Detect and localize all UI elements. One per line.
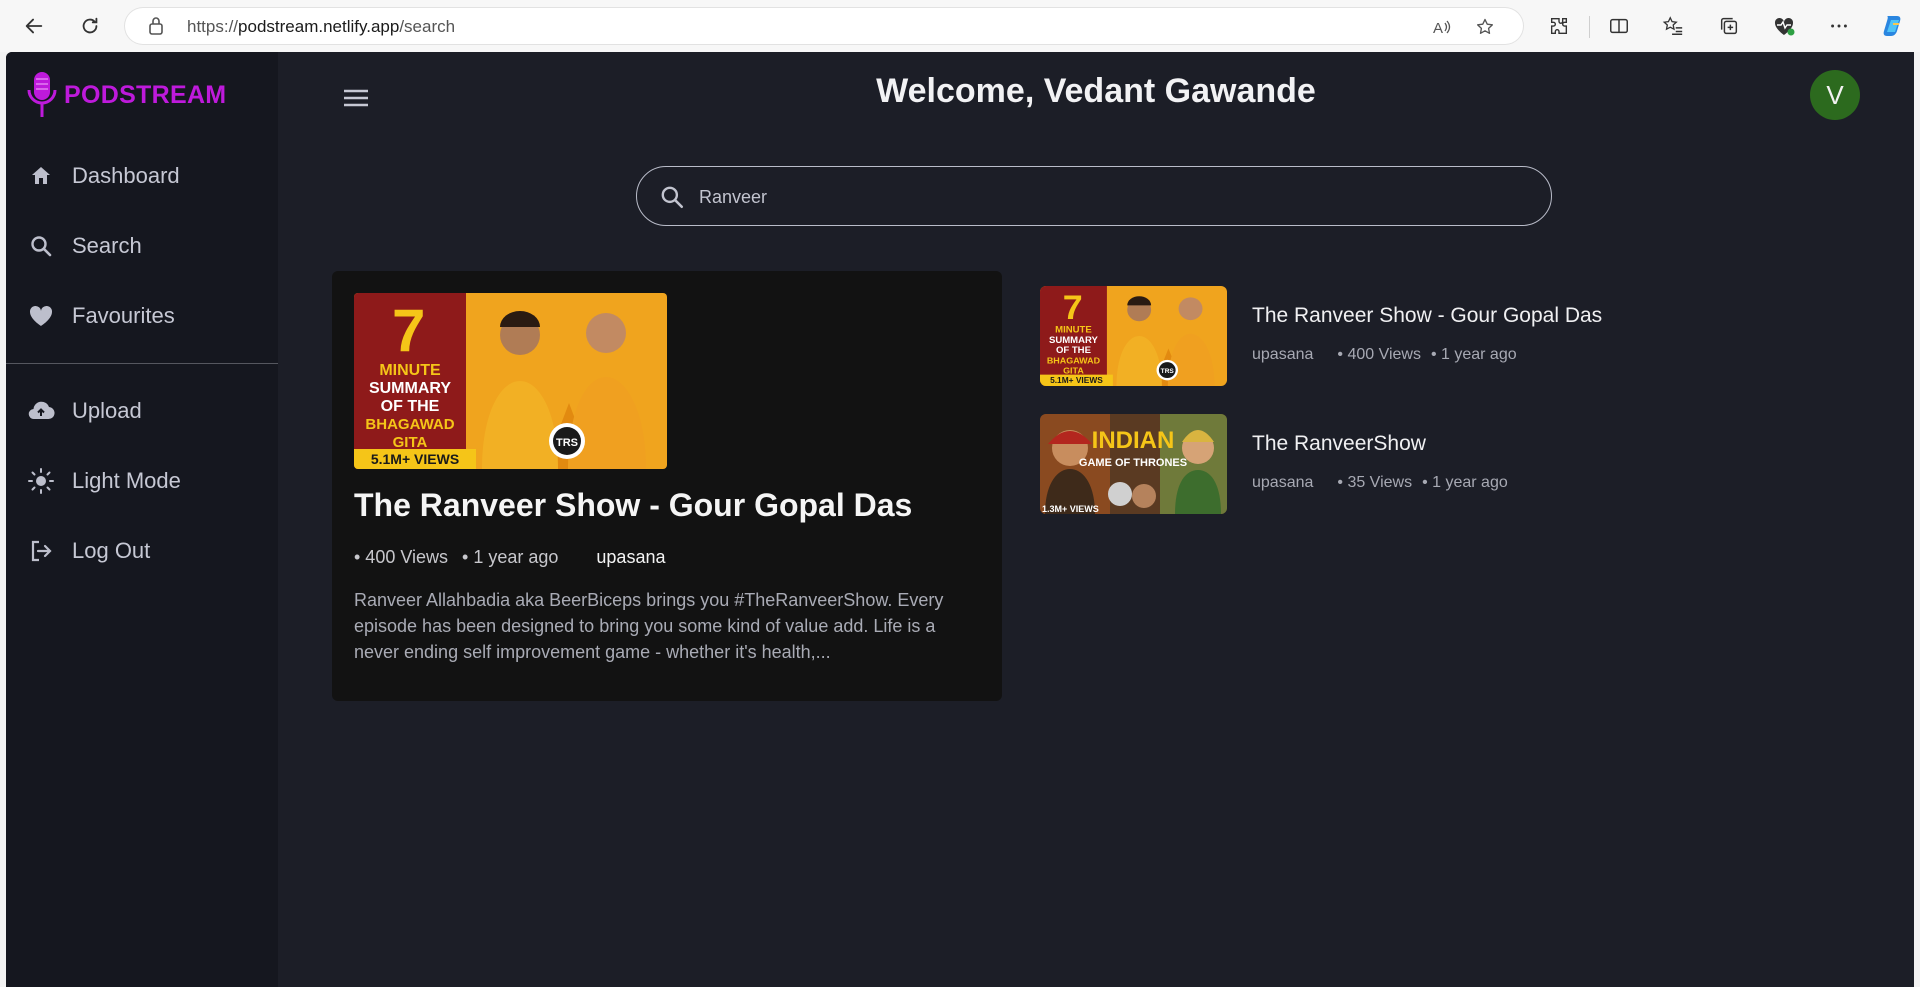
author-name[interactable]: upasana <box>1252 474 1313 491</box>
more-options-icon[interactable] <box>1819 6 1859 46</box>
svg-text:7: 7 <box>392 297 425 364</box>
svg-text:7: 7 <box>1063 289 1083 327</box>
app-window: PODSTREAM Dashboard Search Favourites Up… <box>6 52 1914 987</box>
upload-age: • 1 year ago <box>1430 346 1517 363</box>
search-bar[interactable] <box>636 166 1552 227</box>
featured-thumbnail[interactable]: 7 MINUTE SUMMARY OF THE BHAGAWAD GITA 5.… <box>354 293 667 469</box>
svg-text:MINUTE: MINUTE <box>1055 325 1092 335</box>
sidebar-divider <box>6 363 278 364</box>
svg-text:GITA: GITA <box>393 434 428 451</box>
featured-meta: • 400 Views • 1 year ago upasana <box>354 547 679 568</box>
refresh-icon <box>82 17 98 34</box>
svg-text:GAME OF THRONES: GAME OF THRONES <box>1079 457 1187 469</box>
search-icon <box>26 231 56 261</box>
svg-text:BHAGAWAD: BHAGAWAD <box>365 416 454 433</box>
result-meta: upasana • 400 Views • 1 year ago <box>1252 346 1527 364</box>
sidebar-item-label: Upload <box>72 398 142 423</box>
search-input[interactable] <box>697 167 1521 227</box>
refresh-button[interactable] <box>70 6 110 46</box>
logout-icon <box>26 536 56 566</box>
svg-text:A: A <box>1433 20 1443 37</box>
svg-text:OF THE: OF THE <box>1056 345 1091 355</box>
upload-age: • 1 year ago <box>1422 474 1508 491</box>
sidebar-item-label: Favourites <box>72 303 175 328</box>
svg-text:TRS: TRS <box>556 437 578 449</box>
featured-title[interactable]: The Ranveer Show - Gour Gopal Das <box>354 487 912 524</box>
microphone-icon <box>27 72 57 117</box>
browser-toolbar: https://podstream.netlify.app/search A <box>0 0 1920 52</box>
main-content: Welcome, Vedant Gawande V 7 MINUTE SUMMA… <box>278 52 1914 987</box>
search-icon <box>659 184 685 210</box>
svg-text:GITA: GITA <box>1063 366 1084 376</box>
author-name[interactable]: upasana <box>596 547 665 567</box>
svg-text:SUMMARY: SUMMARY <box>369 380 451 397</box>
browser-essentials-icon[interactable] <box>1764 6 1804 46</box>
sidebar-item-label: Dashboard <box>72 163 180 188</box>
collections-icon[interactable] <box>1709 6 1749 46</box>
svg-text:INDIAN: INDIAN <box>1092 427 1175 454</box>
favorite-star-icon[interactable] <box>1472 14 1498 40</box>
sidebar-item-favourites[interactable]: Favourites <box>26 296 266 336</box>
scrollbar[interactable] <box>1906 140 1914 987</box>
svg-text:SUMMARY: SUMMARY <box>1049 335 1099 345</box>
sidebar-item-label: Light Mode <box>72 468 181 493</box>
result-meta: upasana • 35 Views • 1 year ago <box>1252 474 1518 492</box>
extensions-icon[interactable] <box>1539 6 1579 46</box>
list-item[interactable]: INDIAN GAME OF THRONES 1.3M+ VIEWS The R… <box>1040 414 1740 514</box>
author-name[interactable]: upasana <box>1252 346 1313 363</box>
url-text: https://podstream.netlify.app/search <box>187 17 456 36</box>
logo[interactable]: PODSTREAM <box>26 70 226 120</box>
sidebar-item-light-mode[interactable]: Light Mode <box>26 461 266 501</box>
views-count: • 400 Views <box>1337 346 1421 363</box>
featured-description: Ranveer Allahbadia aka BeerBiceps brings… <box>354 590 944 662</box>
views-count: • 35 Views <box>1337 474 1413 491</box>
svg-text:1.3M+ VIEWS: 1.3M+ VIEWS <box>1042 504 1099 514</box>
sidebar-item-label: Search <box>72 233 142 258</box>
sidebar-item-dashboard[interactable]: Dashboard <box>26 156 266 196</box>
home-icon <box>26 161 56 191</box>
sidebar-item-label: Log Out <box>72 538 151 563</box>
copilot-icon[interactable] <box>1873 6 1913 46</box>
avatar[interactable]: V <box>1810 70 1860 120</box>
sidebar-item-search[interactable]: Search <box>26 226 266 266</box>
svg-text:MINUTE: MINUTE <box>379 362 441 379</box>
list-item[interactable]: 7 MINUTE SUMMARY OF THE BHAGAWAD GITA 5.… <box>1040 286 1740 386</box>
svg-text:TRS: TRS <box>1161 368 1175 375</box>
result-title[interactable]: The Ranveer Show - Gour Gopal Das <box>1252 304 1602 328</box>
sidebar: PODSTREAM Dashboard Search Favourites Up… <box>6 52 278 987</box>
heart-icon <box>26 301 56 331</box>
sidebar-item-log-out[interactable]: Log Out <box>26 531 266 571</box>
svg-text:BHAGAWAD: BHAGAWAD <box>1047 355 1100 365</box>
toolbar-separator <box>1589 16 1590 38</box>
svg-text:5.1M+ VIEWS: 5.1M+ VIEWS <box>371 451 459 467</box>
svg-text:OF THE: OF THE <box>381 398 440 415</box>
split-screen-icon[interactable] <box>1599 6 1639 46</box>
sun-icon <box>26 466 56 496</box>
result-thumbnail[interactable]: 7 MINUTE SUMMARY OF THE BHAGAWAD GITA 5.… <box>1040 286 1227 386</box>
page-title: Welcome, Vedant Gawande <box>876 72 1316 110</box>
back-arrow-icon <box>25 18 43 34</box>
upload-age: • 1 year ago <box>462 547 559 567</box>
lock-icon[interactable] <box>147 16 165 36</box>
back-button[interactable] <box>14 6 54 46</box>
logo-text: PODSTREAM <box>64 80 227 109</box>
result-title[interactable]: The RanveerShow <box>1252 432 1426 456</box>
favorites-list-icon[interactable] <box>1653 6 1693 46</box>
read-aloud-icon[interactable]: A <box>1429 14 1455 40</box>
address-bar[interactable]: https://podstream.netlify.app/search A <box>125 8 1523 44</box>
sidebar-item-upload[interactable]: Upload <box>26 391 266 431</box>
result-thumbnail[interactable]: INDIAN GAME OF THRONES 1.3M+ VIEWS <box>1040 414 1227 514</box>
views-count: • 400 Views <box>354 547 449 567</box>
featured-podcast-card[interactable]: 7 MINUTE SUMMARY OF THE BHAGAWAD GITA 5.… <box>332 271 1002 701</box>
svg-text:5.1M+ VIEWS: 5.1M+ VIEWS <box>1050 376 1103 385</box>
cloud-upload-icon <box>26 396 56 426</box>
